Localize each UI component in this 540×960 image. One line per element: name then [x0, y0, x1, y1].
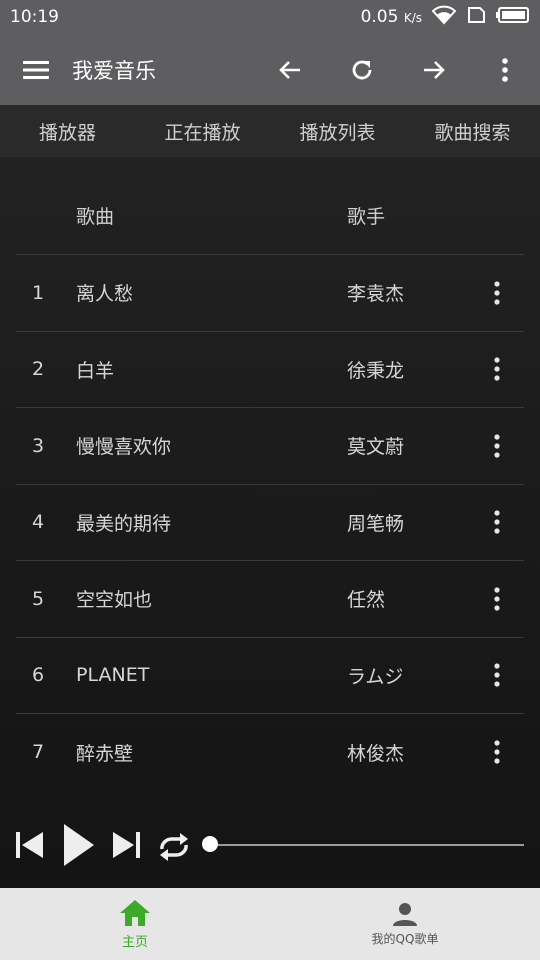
table-row[interactable]: 4 最美的期待 周笔畅 [16, 485, 524, 561]
row-artist: ラムジ [347, 665, 404, 688]
row-song-title: 最美的期待 [76, 512, 172, 535]
nav-my-qq-playlist-label: 我的QQ歌单 [371, 931, 439, 946]
row-index: 6 [32, 664, 45, 687]
tab-bar: 播放器 正在播放 播放列表 歌曲搜索 [0, 105, 540, 157]
row-more-button[interactable] [470, 663, 524, 687]
row-more-button[interactable] [470, 357, 524, 381]
row-more-button[interactable] [470, 587, 524, 611]
nav-my-qq-playlist[interactable]: 我的QQ歌单 [270, 888, 540, 960]
hamburger-icon [23, 60, 49, 79]
row-artist: 李袁杰 [347, 283, 405, 306]
row-artist: 徐秉龙 [347, 359, 405, 382]
network-speed-unit: K/s [403, 11, 422, 25]
tab-song-search[interactable]: 歌曲搜索 [405, 105, 540, 157]
nav-home[interactable]: 主页 [0, 888, 270, 960]
repeat-icon [160, 833, 188, 861]
song-table: 歌曲 歌手 1 离人愁 李袁杰 2 白羊 徐秉龙 3 慢慢喜欢你 莫文蔚 4 最美的期待 周笔畅 5 空空… [16, 177, 524, 791]
row-index: 1 [32, 281, 45, 304]
row-song-title: 白羊 [76, 359, 115, 382]
forward-button[interactable] [398, 34, 470, 105]
row-more-button[interactable] [470, 510, 524, 534]
row-song-title: 空空如也 [76, 589, 153, 612]
play-icon [64, 824, 94, 866]
row-artist: 林俊杰 [347, 742, 405, 765]
table-row[interactable]: 1 离人愁 李袁杰 [16, 255, 524, 332]
row-more-button[interactable] [470, 281, 524, 305]
previous-button[interactable] [12, 828, 46, 862]
header-song: 歌曲 [76, 206, 115, 228]
status-bar: 10:19 0.05 K/s [0, 0, 540, 34]
network-speed: 0.05 K/s [361, 7, 422, 27]
more-vert-icon [494, 434, 500, 458]
more-vert-icon [494, 510, 500, 534]
more-vert-icon [494, 663, 500, 687]
network-speed-value: 0.05 [360, 7, 399, 27]
row-song-title: 慢慢喜欢你 [76, 436, 172, 459]
arrow-right-icon [424, 60, 445, 79]
row-artist: 周笔畅 [347, 512, 405, 535]
tab-playlist[interactable]: 播放列表 [270, 105, 405, 157]
repeat-button[interactable] [155, 830, 193, 864]
row-more-button[interactable] [470, 434, 524, 458]
row-index: 5 [32, 587, 45, 610]
tab-now-playing[interactable]: 正在播放 [135, 105, 270, 157]
skip-previous-icon [16, 832, 43, 858]
arrow-left-icon [279, 60, 300, 79]
seek-bar-track[interactable] [210, 844, 524, 846]
row-artist: 莫文蔚 [347, 436, 405, 459]
app-title: 我爱音乐 [72, 58, 156, 83]
row-index: 3 [32, 434, 45, 457]
more-vert-icon [494, 587, 500, 611]
row-artist: 任然 [347, 589, 386, 612]
row-more-button[interactable] [470, 740, 524, 764]
row-index: 2 [32, 358, 45, 381]
tab-player[interactable]: 播放器 [0, 105, 135, 157]
row-song-title: 醉赤壁 [76, 742, 134, 765]
overflow-menu-button[interactable] [470, 34, 540, 105]
table-header: 歌曲 歌手 [16, 177, 524, 255]
bottom-navigation: 主页 我的QQ歌单 [0, 888, 540, 960]
more-vert-icon [502, 57, 508, 82]
wifi-icon [431, 5, 457, 30]
skip-next-icon [113, 832, 140, 858]
table-row[interactable]: 5 空空如也 任然 [16, 561, 524, 638]
song-list-panel: 歌曲 歌手 1 离人愁 李袁杰 2 白羊 徐秉龙 3 慢慢喜欢你 莫文蔚 4 最美的期待 周笔畅 5 空空… [0, 157, 540, 888]
back-button[interactable] [254, 34, 326, 105]
battery-icon [496, 6, 530, 29]
home-icon [120, 899, 150, 926]
sim-icon [466, 6, 486, 29]
more-vert-icon [494, 281, 500, 305]
menu-button[interactable] [0, 34, 72, 105]
table-row[interactable]: 7 醉赤壁 林俊杰 [16, 714, 524, 791]
more-vert-icon [494, 740, 500, 764]
row-song-title: PLANET [76, 664, 150, 687]
refresh-button[interactable] [326, 34, 398, 105]
row-index: 4 [32, 511, 45, 534]
row-song-title: 离人愁 [76, 283, 134, 306]
status-time: 10:19 [10, 7, 59, 27]
table-row[interactable]: 2 白羊 徐秉龙 [16, 332, 524, 408]
nav-home-label: 主页 [121, 934, 148, 950]
table-row[interactable]: 6 PLANET ラムジ [16, 638, 524, 714]
play-button[interactable] [60, 822, 96, 868]
refresh-icon [352, 60, 372, 79]
table-row[interactable]: 3 慢慢喜欢你 莫文蔚 [16, 408, 524, 485]
person-icon [393, 902, 417, 926]
row-index: 7 [32, 741, 45, 764]
player-controls [0, 820, 540, 870]
seek-bar-thumb[interactable] [202, 836, 218, 852]
more-vert-icon [494, 357, 500, 381]
header-artist: 歌手 [347, 206, 386, 228]
next-button[interactable] [110, 828, 144, 862]
app-bar: 我爱音乐 [0, 34, 540, 105]
